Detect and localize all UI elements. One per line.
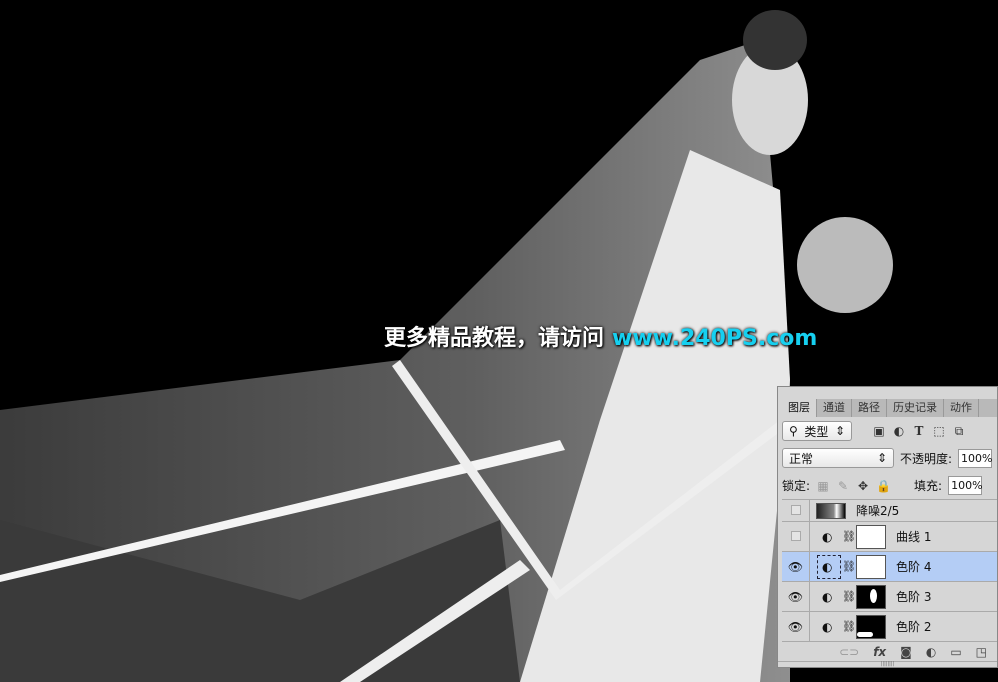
tab-actions[interactable]: 动作 bbox=[944, 399, 979, 417]
visibility-toggle[interactable] bbox=[782, 500, 810, 521]
watermark: 更多精品教程，请访问 www.240PS.com bbox=[384, 320, 817, 352]
fill-label: 填充: bbox=[914, 479, 943, 493]
layer-mask-thumbnail bbox=[856, 614, 886, 639]
add-mask-icon[interactable]: ◙ bbox=[900, 645, 912, 659]
lock-all-icon[interactable]: 🔒 bbox=[876, 479, 891, 493]
type-filter-icon[interactable]: T bbox=[912, 424, 926, 438]
blend-mode-select[interactable]: 正常 ⇕ bbox=[782, 448, 894, 468]
layer-name: 色阶 4 bbox=[896, 560, 932, 574]
layer-row-selected[interactable]: 👁 ◐ ⛓ 色阶 4 bbox=[782, 551, 997, 581]
lock-position-move-icon[interactable]: ✥ bbox=[856, 479, 870, 493]
panel-tabs: 图层 通道 路径 历史记录 动作 bbox=[782, 399, 997, 417]
new-adjustment-layer-icon[interactable]: ◐ bbox=[926, 645, 936, 659]
link-icon: ⛓ bbox=[842, 530, 856, 543]
watermark-url: www.240PS.com bbox=[612, 326, 818, 351]
link-icon: ⛓ bbox=[842, 590, 856, 603]
shape-filter-icon[interactable]: ⬚ bbox=[932, 424, 946, 438]
adjustment-icon: ◐ bbox=[822, 529, 833, 544]
adjustment-filter-icon[interactable]: ◐ bbox=[892, 424, 906, 438]
tab-channels[interactable]: 通道 bbox=[817, 399, 852, 417]
lock-transparent-icon[interactable]: ▦ bbox=[816, 479, 830, 493]
stepper-icon: ⇕ bbox=[876, 451, 887, 465]
tab-history[interactable]: 历史记录 bbox=[887, 399, 944, 417]
visibility-toggle[interactable] bbox=[782, 522, 810, 551]
opacity-label: 不透明度: bbox=[900, 451, 953, 466]
layer-row[interactable]: 👁 ◐ ⛓ 色阶 2 bbox=[782, 611, 997, 641]
panel-footer: ⊂⊃ fx ◙ ◐ ▭ ◳ bbox=[782, 641, 997, 661]
link-icon: ⛓ bbox=[842, 560, 856, 573]
link-icon: ⛓ bbox=[842, 620, 856, 633]
link-layers-icon[interactable]: ⊂⊃ bbox=[839, 645, 859, 659]
stepper-icon: ⇕ bbox=[834, 424, 845, 438]
blend-mode-value: 正常 bbox=[789, 451, 814, 466]
fx-icon[interactable]: fx bbox=[873, 645, 886, 659]
tab-paths[interactable]: 路径 bbox=[852, 399, 887, 417]
image-filter-icon[interactable]: ▣ bbox=[872, 424, 886, 438]
eye-icon[interactable]: 👁 bbox=[782, 552, 810, 581]
layer-row[interactable]: ◐ ⛓ 曲线 1 bbox=[782, 521, 997, 551]
layer-thumbnail bbox=[816, 502, 846, 519]
lock-paint-brush-icon[interactable]: ✎ bbox=[836, 479, 850, 493]
search-icon: ⚲ bbox=[789, 424, 798, 438]
layer-name: 曲线 1 bbox=[896, 530, 932, 544]
layer-mask-thumbnail bbox=[856, 584, 886, 609]
smart-object-filter-icon[interactable]: ⧉ bbox=[952, 424, 966, 439]
layer-mask-thumbnail bbox=[856, 524, 886, 549]
eye-icon[interactable]: 👁 bbox=[782, 612, 810, 641]
eye-icon[interactable]: 👁 bbox=[782, 582, 810, 611]
new-layer-icon[interactable]: ◳ bbox=[976, 645, 987, 659]
layer-name: 色阶 3 bbox=[896, 590, 932, 604]
layer-name: 色阶 2 bbox=[896, 620, 932, 634]
resize-grip[interactable]: |||||||| bbox=[778, 661, 997, 667]
tab-layers[interactable]: 图层 bbox=[782, 399, 817, 417]
filter-type-select[interactable]: ⚲ 类型 ⇕ bbox=[782, 421, 852, 441]
layers-panel: 图层 通道 路径 历史记录 动作 ⚲ 类型 ⇕ ▣ ◐ T ⬚ ⧉ 正常 ⇕ 不透明度… bbox=[777, 386, 998, 668]
layer-row[interactable]: 👁 ◐ ⛓ 色阶 3 bbox=[782, 581, 997, 611]
layer-name: 降噪2/5 bbox=[856, 504, 900, 518]
lock-label: 锁定: bbox=[782, 479, 811, 493]
layer-mask-thumbnail bbox=[856, 554, 886, 579]
filter-label: 类型 bbox=[804, 424, 829, 439]
new-group-folder-icon[interactable]: ▭ bbox=[950, 645, 961, 659]
opacity-input[interactable]: 100% bbox=[958, 448, 993, 468]
fill-input[interactable]: 100% bbox=[948, 476, 983, 495]
adjustment-icon: ◐ bbox=[817, 554, 841, 579]
watermark-text: 更多精品教程，请访问 bbox=[384, 326, 605, 351]
adjustment-icon: ◐ bbox=[822, 619, 833, 634]
adjustment-icon: ◐ bbox=[822, 589, 833, 604]
layer-row[interactable]: 降噪2/5 bbox=[782, 499, 997, 521]
